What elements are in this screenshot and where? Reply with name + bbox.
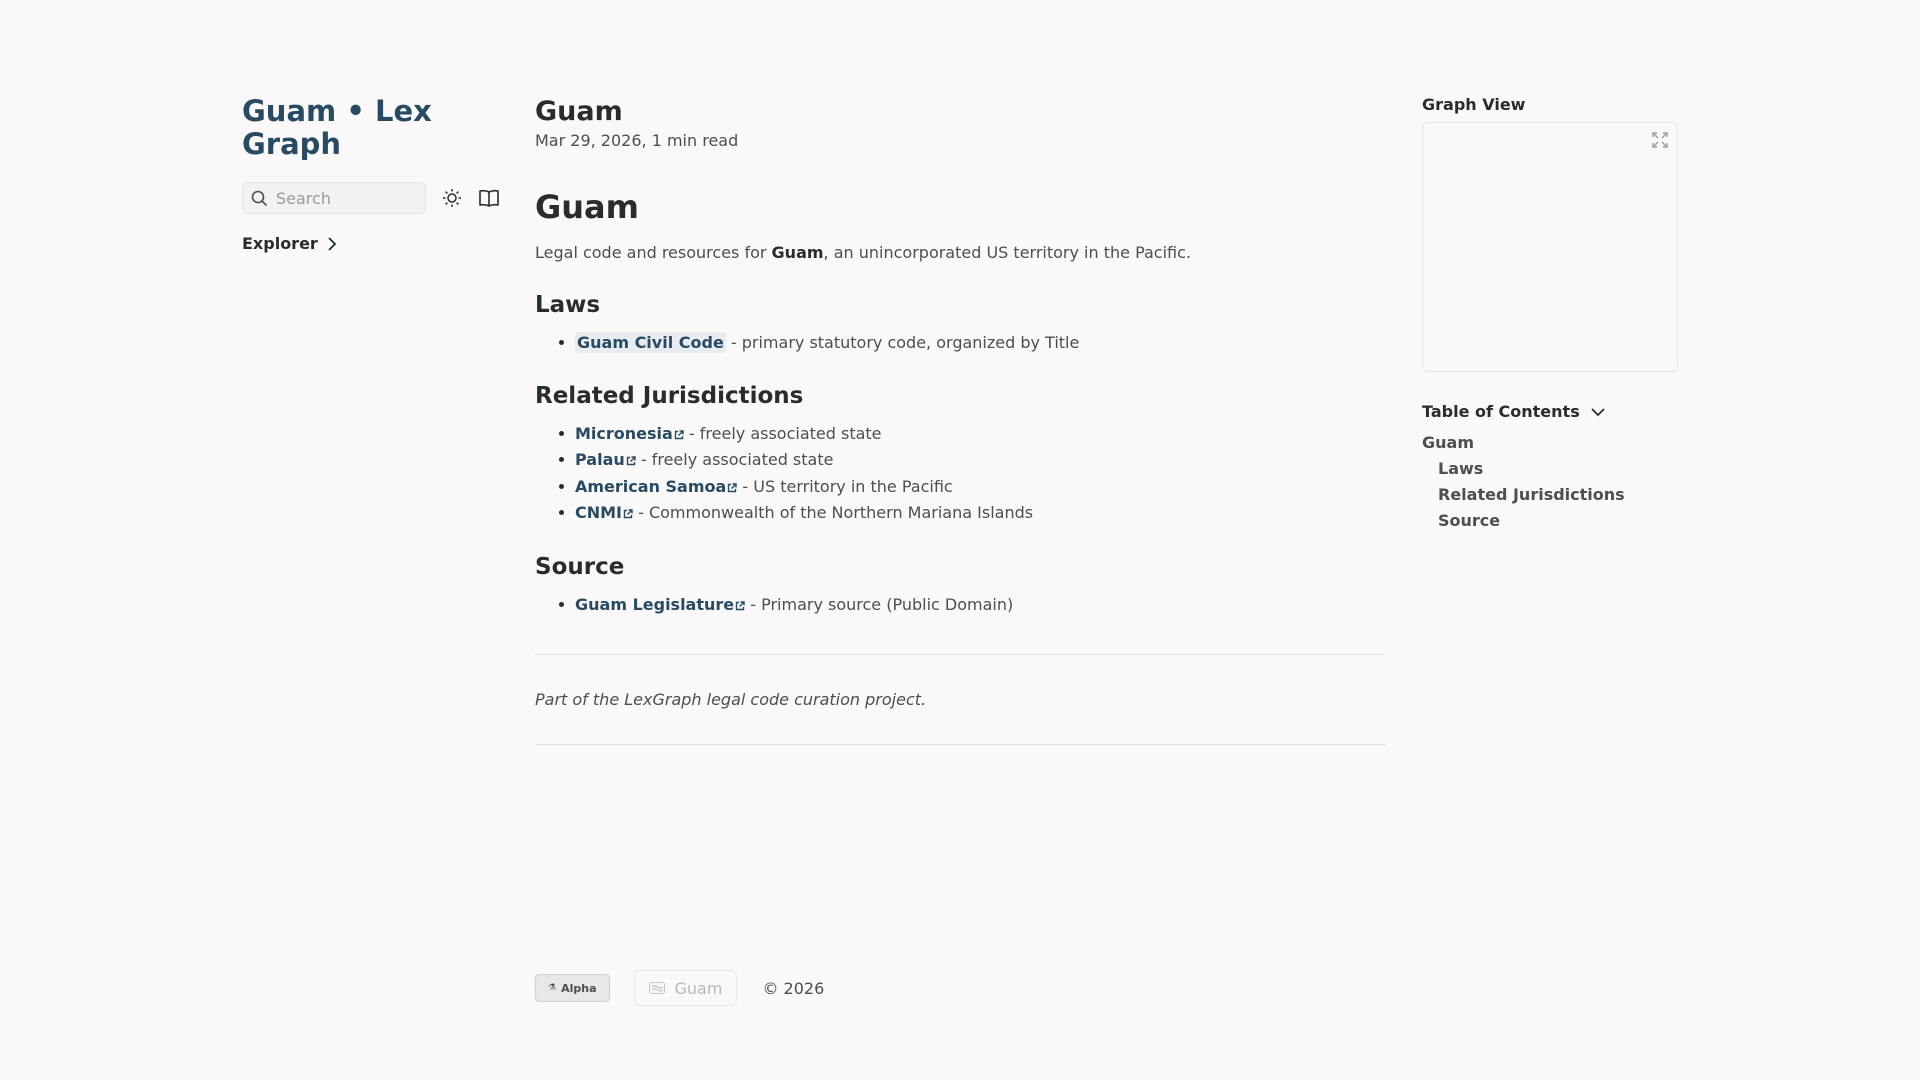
heading-source: Source [535, 553, 625, 580]
link-american-samoa[interactable]: American Samoa [575, 476, 738, 496]
link-text: American Samoa [575, 476, 727, 496]
expand-icon[interactable] [1651, 131, 1669, 149]
external-link-icon [626, 448, 636, 474]
search-placeholder: Search [276, 188, 331, 208]
guam-badge-label: Guam [674, 978, 723, 998]
flag-icon [648, 982, 675, 994]
item-description: - freely associated state [683, 423, 882, 443]
item-description: - Primary source (Public Domain) [745, 594, 1014, 614]
graph-view[interactable] [1422, 122, 1678, 372]
intro-paragraph: Legal code and resources for Guam, an un… [535, 241, 1386, 265]
search-icon [251, 190, 276, 207]
heading-related-jurisdictions: Related Jurisdictions [535, 382, 804, 409]
right-sidebar: Graph View Table of Contents Guam Laws R… [1422, 95, 1678, 534]
item-description: - Commonwealth of the Northern Mariana I… [633, 503, 1034, 522]
link-guam-civil-code[interactable]: Guam Civil Code [575, 332, 726, 353]
guam-badge[interactable]: Guam [633, 970, 738, 1006]
toc-item-guam[interactable]: Guam [1422, 430, 1678, 456]
toc-item-laws[interactable]: Laws [1422, 456, 1678, 482]
intro-text-end: , an unincorporated US territory in the … [823, 243, 1192, 262]
divider [535, 744, 1386, 745]
explorer-toggle[interactable]: Explorer [242, 234, 512, 253]
link-cnmi[interactable]: CNMI [575, 503, 633, 522]
laws-list: Guam Civil Code - primary statutory code… [535, 330, 1386, 356]
chevron-right-icon [318, 236, 338, 252]
link-text: Guam Legislature [575, 594, 735, 614]
intro-bold: Guam [771, 243, 824, 262]
copyright: © 2026 [762, 978, 825, 998]
heading-laws: Laws [535, 292, 601, 318]
alpha-label: Alpha [561, 981, 597, 995]
list-item: Palau - freely associated state [559, 447, 1386, 474]
toc-toggle[interactable]: Table of Contents [1422, 402, 1678, 421]
search-input[interactable]: Search [242, 182, 426, 214]
left-sidebar: Guam • Lex Graph Search Explorer [242, 95, 512, 253]
link-micronesia[interactable]: Micronesia [575, 424, 684, 443]
site-title[interactable]: Guam • Lex Graph [242, 95, 462, 161]
page-meta: Mar 29, 2026, 1 min read [535, 131, 1386, 150]
link-palau[interactable]: Palau [575, 450, 636, 469]
graph-view-title: Graph View [1422, 95, 1526, 114]
link-text: CNMI [575, 503, 623, 522]
toolbar: Search [242, 182, 512, 214]
toc-item-related-jurisdictions[interactable]: Related Jurisdictions [1422, 482, 1678, 508]
main-content: Guam Mar 29, 2026, 1 min read Guam Legal… [535, 95, 1386, 745]
book-icon[interactable] [478, 188, 500, 208]
read-time: 1 min read [651, 131, 739, 150]
item-description: - US territory in the Pacific [737, 476, 953, 496]
article-heading: Guam [535, 188, 639, 226]
external-link-icon [735, 593, 745, 619]
toc-title: Table of Contents [1422, 402, 1580, 421]
list-item: Micronesia - freely associated state [559, 421, 1386, 448]
tree-icon: ⚗ [548, 983, 557, 993]
explorer-label: Explorer [242, 234, 318, 253]
page-date: Mar 29, 2026, [535, 131, 647, 150]
external-link-icon [727, 475, 738, 501]
external-link-icon [623, 501, 633, 527]
page-title: Guam [535, 96, 623, 127]
item-description: - primary statutory code, organized by T… [725, 333, 1080, 352]
item-description: - freely associated state [635, 450, 834, 469]
toc-list: Guam Laws Related Jurisdictions Source [1422, 430, 1678, 534]
source-list: Guam Legislature - Primary source (Publi… [535, 592, 1386, 619]
link-guam-legislature[interactable]: Guam Legislature [575, 595, 745, 614]
link-text: Palau [575, 450, 625, 469]
footer: ⚗ Alpha Guam © 2026 [535, 970, 824, 1006]
divider [535, 654, 1386, 655]
list-item: American Samoa - US territory in the Pac… [559, 474, 1386, 501]
toc-item-source[interactable]: Source [1422, 508, 1678, 534]
chevron-down-icon [1580, 406, 1606, 418]
alpha-badge[interactable]: ⚗ Alpha [535, 974, 610, 1002]
external-link-icon [674, 422, 684, 448]
list-item: CNMI - Commonwealth of the Northern Mari… [559, 500, 1386, 527]
intro-text-start: Legal code and resources for [535, 243, 772, 262]
related-list: Micronesia - freely associated state Pal… [535, 421, 1386, 527]
sun-icon[interactable] [442, 188, 462, 208]
project-note: Part of the LexGraph legal code curation… [535, 690, 927, 709]
list-item: Guam Legislature - Primary source (Publi… [559, 592, 1386, 619]
list-item: Guam Civil Code - primary statutory code… [559, 330, 1386, 356]
link-text: Micronesia [575, 423, 673, 443]
